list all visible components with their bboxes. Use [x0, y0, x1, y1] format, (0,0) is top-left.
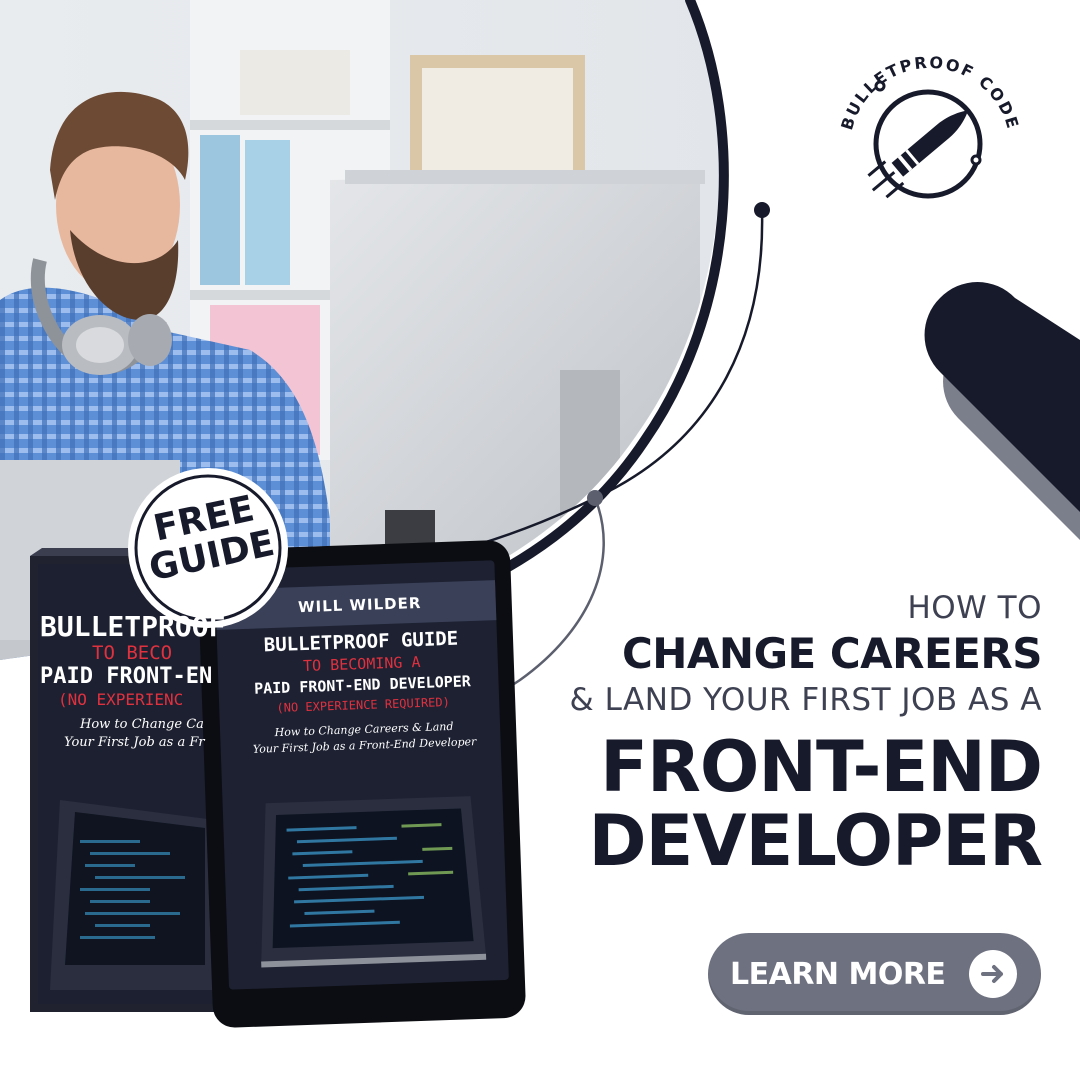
back-book-text: BULLETPROOF TO BECO PAID FRONT-EN (NO EX…: [40, 612, 250, 752]
headline-developer: DEVELOPER: [588, 800, 1043, 882]
learn-more-button[interactable]: LEARN MORE: [708, 933, 1041, 1015]
back-book-subtitle-2: Your First Job as a Fr: [64, 735, 205, 750]
back-book-title-2: TO BECO: [92, 642, 173, 664]
headline-land-job: & LAND YOUR FIRST JOB AS A: [569, 682, 1042, 718]
back-book-title-3: PAID FRONT-EN: [40, 664, 213, 689]
back-book-title-4: (NO EXPERIENC: [58, 690, 184, 709]
headline-front-end: FRONT-END: [600, 726, 1043, 808]
headline-change-careers: CHANGE CAREERS: [621, 629, 1043, 678]
learn-more-label: LEARN MORE: [730, 956, 946, 992]
headline-block: HOW TO CHANGE CAREERS & LAND YOUR FIRST …: [482, 588, 1043, 882]
back-book-subtitle-1: How to Change Ca: [80, 717, 204, 732]
headline-how-to: HOW TO: [907, 590, 1042, 626]
tablet-cover-text: WILL WILDER BULLETPROOF GUIDE TO BECOMIN…: [219, 583, 505, 759]
ad-canvas: BULLETPROOF CODE FREE GUIDE BULLETPROOF …: [0, 0, 1080, 1080]
back-book-title-1: BULLETPROOF: [40, 612, 226, 643]
arrow-right-icon: [969, 950, 1017, 998]
